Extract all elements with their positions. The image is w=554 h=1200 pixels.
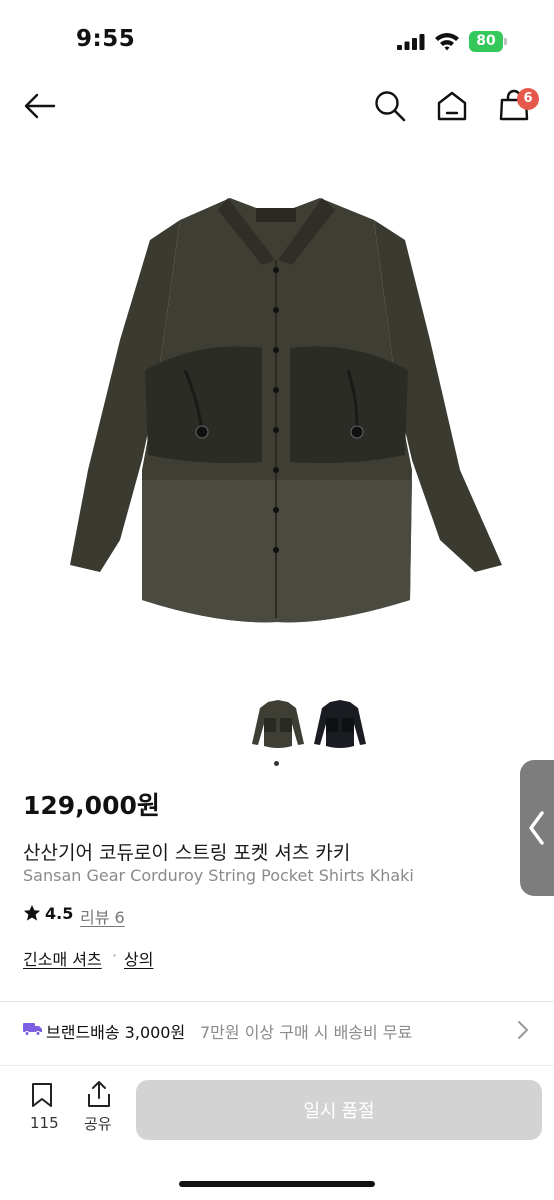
status-time: 9:55 <box>76 26 136 52</box>
cart-count-badge: 6 <box>517 88 539 110</box>
cellular-signal-icon <box>397 34 425 50</box>
review-link[interactable]: 리뷰 6 <box>80 904 125 928</box>
variant-thumbnail-black[interactable] <box>310 694 370 754</box>
chevron-left-icon <box>529 811 544 845</box>
wifi-icon <box>435 33 459 51</box>
image-pager-dot <box>274 761 279 766</box>
section-divider <box>0 1001 554 1002</box>
star-icon <box>23 904 41 921</box>
home-icon[interactable] <box>434 88 470 124</box>
share-label: 공유 <box>84 1115 112 1133</box>
battery-indicator: 80 <box>469 31 507 52</box>
shipping-fee-label: 브랜드배송 3,000원 <box>46 1023 186 1042</box>
product-name-english: Sansan Gear Corduroy String Pocket Shirt… <box>23 866 414 885</box>
search-icon[interactable] <box>372 88 408 124</box>
variant-thumbnail-khaki[interactable] <box>248 694 308 754</box>
home-indicator <box>179 1181 375 1187</box>
delivery-truck-icon <box>23 1023 42 1036</box>
category-separator: · <box>112 946 118 965</box>
chevron-right-icon[interactable] <box>517 1020 529 1040</box>
product-name-korean: 산산기어 코듀로이 스트링 포켓 셔츠 카키 <box>23 842 351 864</box>
product-price: 129,000원 <box>23 791 160 820</box>
back-arrow-icon[interactable] <box>22 88 58 124</box>
category-link-long-sleeve-shirts[interactable]: 긴소매 셔츠 <box>23 946 102 970</box>
bookmark-icon[interactable] <box>30 1082 54 1108</box>
share-icon[interactable] <box>86 1080 112 1108</box>
rating-value: 4.5 <box>45 904 74 923</box>
sold-out-button[interactable]: 일시 품절 <box>136 1080 542 1140</box>
battery-cap <box>504 38 507 45</box>
like-count: 115 <box>30 1114 59 1132</box>
free-shipping-note: 7만원 이상 구매 시 배송비 무료 <box>200 1023 413 1042</box>
category-link-tops[interactable]: 상의 <box>124 946 153 970</box>
product-image[interactable] <box>30 170 524 650</box>
battery-level: 80 <box>469 31 503 52</box>
